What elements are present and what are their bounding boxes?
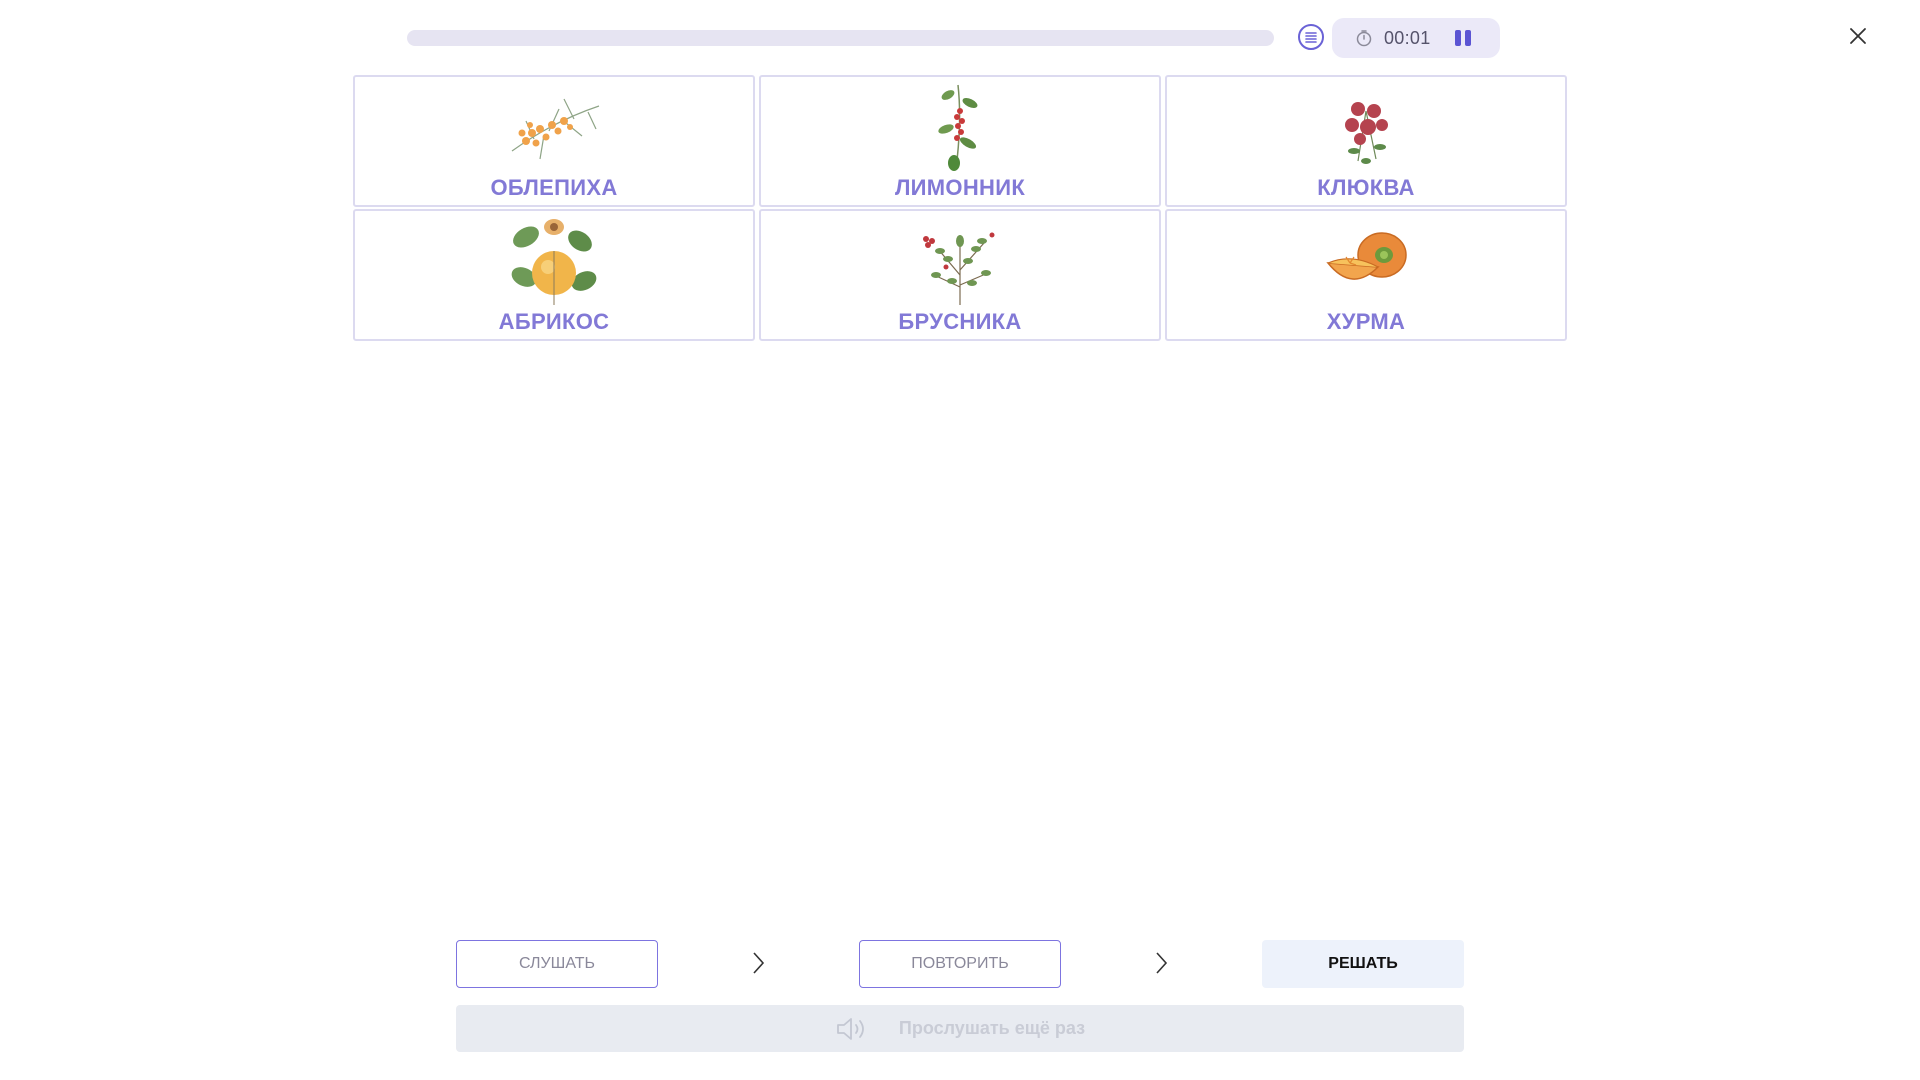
card-label: ОБЛЕПИХА — [490, 175, 618, 200]
stopwatch-icon — [1356, 30, 1372, 47]
card-persimmon[interactable]: ХУРМА — [1165, 209, 1567, 341]
speaker-icon — [837, 1017, 864, 1040]
replay-button[interactable]: Прослушать ещё раз — [456, 1005, 1464, 1052]
card-schisandra[interactable]: ЛИМОННИК — [759, 75, 1161, 207]
lingonberry-image — [923, 232, 995, 305]
list-icon[interactable] — [1298, 24, 1324, 50]
chevron-right-icon — [753, 952, 765, 974]
card-cranberry[interactable]: КЛЮКВА — [1165, 75, 1567, 207]
card-label: ХУРМА — [1326, 309, 1406, 334]
pause-icon[interactable] — [1453, 28, 1473, 48]
card-lingonberry[interactable]: БРУСНИКА — [759, 209, 1161, 341]
replay-label: Прослушать ещё раз — [898, 1018, 1086, 1038]
card-label: ЛИМОННИК — [894, 175, 1026, 200]
solve-button[interactable]: РЕШАТЬ — [1262, 940, 1464, 988]
progress-bar — [407, 30, 1274, 46]
timer-value: 00:01 — [1384, 27, 1431, 48]
cranberry-image — [1345, 102, 1388, 164]
card-label: АБРИКОС — [498, 309, 610, 334]
schisandra-image — [938, 84, 978, 171]
chevron-right-icon — [1156, 952, 1168, 974]
repeat-button[interactable]: ПОВТОРИТЬ — [859, 940, 1061, 988]
apricot-image — [511, 219, 597, 305]
card-apricot[interactable]: АБРИКОС — [353, 209, 755, 341]
card-label: БРУСНИКА — [898, 309, 1022, 334]
trainer-screen: 00:01 ОБЛЕПИХА ЛИМОННИК КЛЮКВА АБРИКОС Б… — [0, 0, 1920, 1080]
persimmon-image — [1326, 232, 1407, 280]
word-cards: ОБЛЕПИХА ЛИМОННИК КЛЮКВА АБРИКОС БРУСНИК… — [353, 75, 1567, 341]
listen-button[interactable]: СЛУШАТЬ — [456, 940, 658, 988]
card-sea-buckthorn[interactable]: ОБЛЕПИХА — [353, 75, 755, 207]
sea-buckthorn-image — [511, 98, 600, 160]
close-icon[interactable] — [1846, 24, 1870, 48]
card-label: КЛЮКВА — [1317, 175, 1415, 200]
timer: 00:01 — [1332, 18, 1500, 58]
